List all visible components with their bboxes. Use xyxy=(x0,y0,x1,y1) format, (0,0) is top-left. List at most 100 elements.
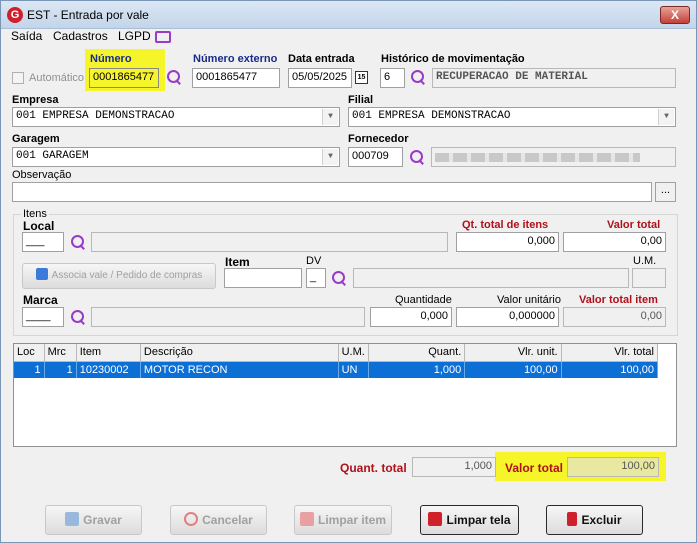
garagem-select[interactable]: 001 GARAGEM ▼ xyxy=(12,147,340,167)
cell-descricao: MOTOR RECON xyxy=(140,361,339,378)
valor-total-label: Valor total xyxy=(607,219,661,231)
col-loc[interactable]: Loc xyxy=(14,344,45,362)
historico-label: Histórico de movimentação xyxy=(381,53,525,65)
title-bar: G EST - Entrada por vale X xyxy=(1,1,696,29)
automatico-label: Automático xyxy=(29,72,85,84)
menu-lgpd[interactable]: LGPD xyxy=(118,29,151,43)
cell-quant: 1,000 xyxy=(368,361,466,378)
um-label: U.M. xyxy=(633,255,657,267)
numero-input[interactable]: 0001865477 xyxy=(89,68,159,88)
item-label: Item xyxy=(225,255,250,269)
menu-cadastros[interactable]: Cadastros xyxy=(53,29,108,43)
numero-search-icon[interactable] xyxy=(166,69,182,85)
marca-search-icon[interactable] xyxy=(70,309,86,325)
floppy-icon xyxy=(65,512,80,526)
quantidade-label: Quantidade xyxy=(395,294,452,306)
dv-label: DV xyxy=(306,255,322,267)
empresa-chevron-down-icon[interactable]: ▼ xyxy=(322,109,338,125)
col-item[interactable]: Item xyxy=(76,344,141,362)
item-description xyxy=(353,268,629,288)
garagem-value: 001 GARAGEM xyxy=(16,150,89,162)
fornecedor-code-input[interactable]: 000709 xyxy=(348,147,403,167)
quant-total-label: Quant. total xyxy=(340,461,407,475)
eraser-icon xyxy=(428,512,443,526)
limpar-item-button[interactable]: Limpar item xyxy=(294,505,392,535)
copy-icon xyxy=(35,268,48,280)
item-search-icon[interactable] xyxy=(331,270,347,286)
fornecedor-label: Fornecedor xyxy=(348,133,409,145)
limpar-tela-button[interactable]: Limpar tela xyxy=(420,505,519,535)
filial-chevron-down-icon[interactable]: ▼ xyxy=(658,109,674,125)
cancel-icon xyxy=(184,512,199,526)
item-input[interactable] xyxy=(224,268,302,288)
col-quant[interactable]: Quant. xyxy=(368,344,466,362)
numero-externo-input[interactable]: 0001865477 xyxy=(192,68,280,88)
automatico-checkbox[interactable] xyxy=(12,72,24,84)
data-entrada-input[interactable]: 05/05/2025 xyxy=(288,68,352,88)
valor-unitario-input[interactable]: 0,000000 xyxy=(456,307,559,327)
local-code-input[interactable]: ___ xyxy=(22,232,64,252)
valor-total-input[interactable]: 0,00 xyxy=(563,232,666,252)
limpar-item-label: Limpar item xyxy=(317,513,386,527)
quantidade-input[interactable]: 0,000 xyxy=(370,307,452,327)
empresa-select[interactable]: 001 EMPRESA DEMONSTRACAO ▼ xyxy=(12,107,340,127)
col-descricao[interactable]: Descrição xyxy=(140,344,339,362)
filial-value: 001 EMPRESA DEMONSTRACAO xyxy=(352,110,511,122)
qt-total-label: Qt. total de itens xyxy=(462,219,549,231)
historico-search-icon[interactable] xyxy=(410,69,426,85)
historico-description: RECUPERACAO DE MATERIAL xyxy=(432,68,676,88)
trash-icon xyxy=(567,512,578,526)
excluir-button[interactable]: Excluir xyxy=(546,505,643,535)
empresa-value: 001 EMPRESA DEMONSTRACAO xyxy=(16,110,175,122)
associa-vale-button[interactable]: Associa vale / Pedido de compras xyxy=(22,263,216,289)
cell-item: 10230002 xyxy=(76,361,141,378)
cell-loc: 1 xyxy=(14,361,45,378)
monitor-icon[interactable] xyxy=(155,31,171,43)
associa-vale-label: Associa vale / Pedido de compras xyxy=(51,270,203,281)
valor-total-item-label: Valor total item xyxy=(579,294,658,306)
numero-externo-label: Número externo xyxy=(193,53,278,65)
marca-description xyxy=(91,307,365,327)
cancelar-button[interactable]: Cancelar xyxy=(170,505,267,535)
fornecedor-search-icon[interactable] xyxy=(409,149,425,165)
local-label: Local xyxy=(23,219,55,233)
window-title: EST - Entrada por vale xyxy=(27,8,149,22)
cell-vlr-unit: 100,00 xyxy=(464,361,562,378)
cell-vlr-total: 100,00 xyxy=(561,361,659,378)
calendar-icon[interactable]: 15 xyxy=(355,71,368,84)
data-entrada-label: Data entrada xyxy=(288,53,355,65)
limpar-tela-label: Limpar tela xyxy=(446,513,511,527)
observacao-input[interactable] xyxy=(12,182,652,202)
observacao-ellipsis-button[interactable]: ... xyxy=(655,182,676,202)
um-input xyxy=(632,268,666,288)
app-logo-icon: G xyxy=(7,7,23,23)
dv-input[interactable]: _ xyxy=(306,268,326,288)
gravar-button[interactable]: Gravar xyxy=(45,505,142,535)
filial-select[interactable]: 001 EMPRESA DEMONSTRACAO ▼ xyxy=(348,107,676,127)
fornecedor-name xyxy=(431,147,676,167)
col-um[interactable]: U.M. xyxy=(338,344,369,362)
garagem-chevron-down-icon[interactable]: ▼ xyxy=(322,149,338,165)
grid-header-row: Loc Mrc Item Descrição U.M. Quant. Vlr. … xyxy=(14,344,659,362)
fornecedor-name-blurred xyxy=(435,153,640,162)
excluir-label: Excluir xyxy=(581,513,622,527)
marca-code-input[interactable]: ____ xyxy=(22,307,64,327)
main-window: G EST - Entrada por vale X Saída Cadastr… xyxy=(0,0,697,543)
menu-saida[interactable]: Saída xyxy=(11,29,42,43)
col-vlr-unit[interactable]: Vlr. unit. xyxy=(464,344,562,362)
observacao-label: Observação xyxy=(12,169,72,181)
table-row[interactable]: 1 1 10230002 MOTOR RECON UN 1,000 100,00… xyxy=(14,361,659,378)
quant-total-input: 1,000 xyxy=(412,457,496,477)
qt-total-input[interactable]: 0,000 xyxy=(456,232,559,252)
cell-um: UN xyxy=(338,361,369,378)
empresa-label: Empresa xyxy=(12,94,59,106)
local-search-icon[interactable] xyxy=(70,234,86,250)
items-grid[interactable]: Loc Mrc Item Descrição U.M. Quant. Vlr. … xyxy=(13,343,677,447)
valor-total-footer-label: Valor total xyxy=(505,461,564,475)
col-vlr-total[interactable]: Vlr. total xyxy=(561,344,659,362)
close-button[interactable]: X xyxy=(660,6,690,24)
col-mrc[interactable]: Mrc xyxy=(44,344,77,362)
cell-mrc: 1 xyxy=(44,361,77,378)
menu-bar: Saída Cadastros LGPD xyxy=(1,29,696,45)
historico-code-input[interactable]: 6 xyxy=(380,68,405,88)
